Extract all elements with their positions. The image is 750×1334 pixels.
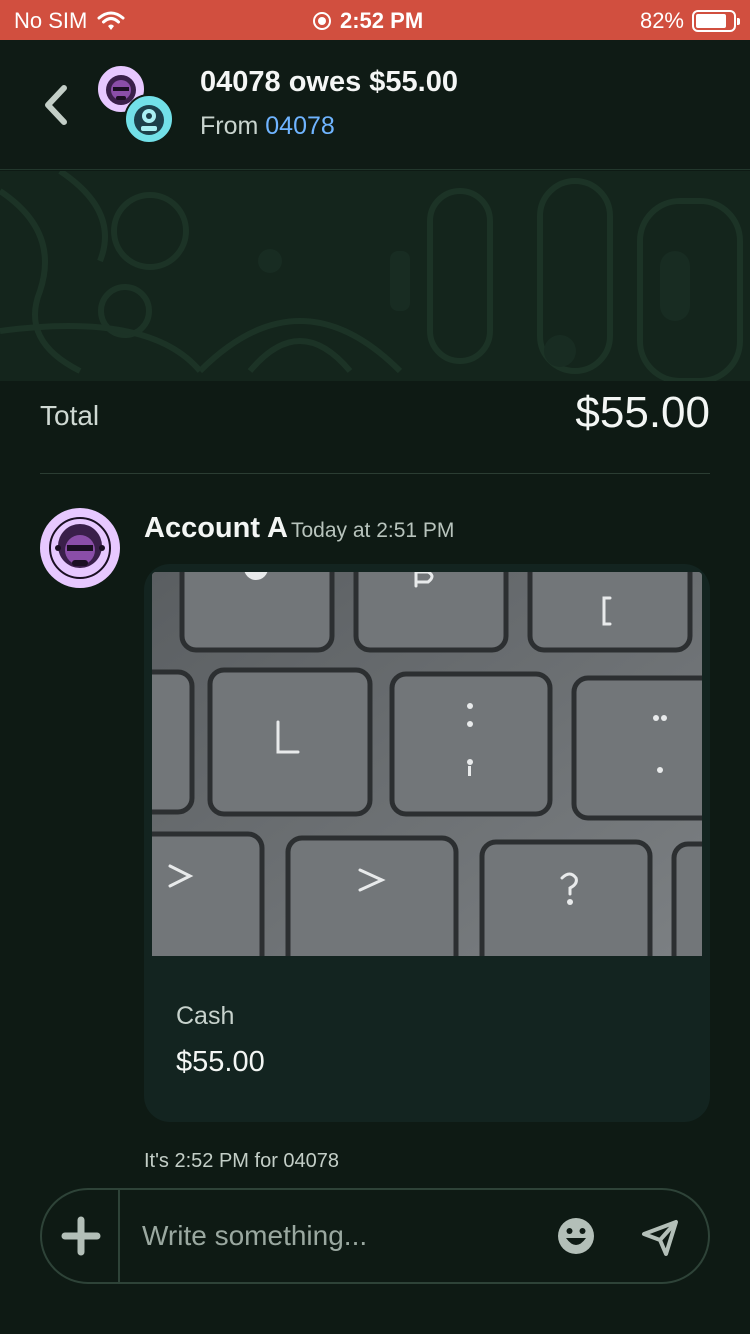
payment-amount: $55.00 <box>176 1046 265 1078</box>
time-note: It's 2:52 PM for 04078 <box>144 1150 340 1172</box>
send-icon <box>642 1220 678 1256</box>
message-input[interactable] <box>142 1216 532 1256</box>
back-button[interactable] <box>36 80 76 130</box>
battery-icon <box>692 10 740 32</box>
message-timestamp: Today at 2:51 PM <box>291 519 455 542</box>
from-label: From <box>200 112 259 140</box>
total-label: Total <box>40 400 100 431</box>
page-title: 04078 owes $55.00 <box>200 66 458 98</box>
compose-bar <box>40 1188 710 1284</box>
avatar <box>124 94 174 144</box>
plus-icon <box>61 1216 101 1256</box>
status-bar: No SIM 2:52 PM 82% <box>0 0 750 40</box>
attached-photo[interactable] <box>152 572 702 956</box>
decorative-banner <box>0 171 750 381</box>
avatar-stack[interactable] <box>96 64 180 148</box>
battery-fill <box>696 14 726 28</box>
message-author: Account A <box>144 512 288 544</box>
back-icon <box>45 85 67 125</box>
from-link[interactable]: 04078 <box>265 112 335 140</box>
send-button[interactable] <box>640 1218 680 1258</box>
total-value: $55.00 <box>575 388 710 437</box>
banner-illustration <box>0 171 743 381</box>
avatar[interactable] <box>40 508 120 588</box>
emoji-button[interactable] <box>556 1216 596 1256</box>
status-right: 82% <box>639 8 740 34</box>
header-subtitle: From 04078 <box>200 112 335 141</box>
battery-percent: 82% <box>639 8 684 33</box>
status-left: No SIM <box>14 8 125 34</box>
total-row: Total $55.00 <box>40 380 710 474</box>
add-button[interactable] <box>42 1190 120 1282</box>
payment-method: Cash <box>176 1002 235 1030</box>
carrier-label: No SIM <box>14 8 88 33</box>
emoji-icon <box>558 1218 594 1254</box>
status-time: 2:52 PM <box>340 8 424 33</box>
person-avatar-icon <box>49 517 111 579</box>
status-center: 2:52 PM <box>312 8 423 34</box>
wifi-icon <box>97 11 125 30</box>
header: 04078 owes $55.00 From 04078 <box>0 40 750 170</box>
keyboard-photo <box>152 572 702 956</box>
payment-card[interactable]: Cash $55.00 <box>144 564 710 1122</box>
location-icon <box>313 12 331 30</box>
robot-avatar-icon <box>134 105 164 135</box>
